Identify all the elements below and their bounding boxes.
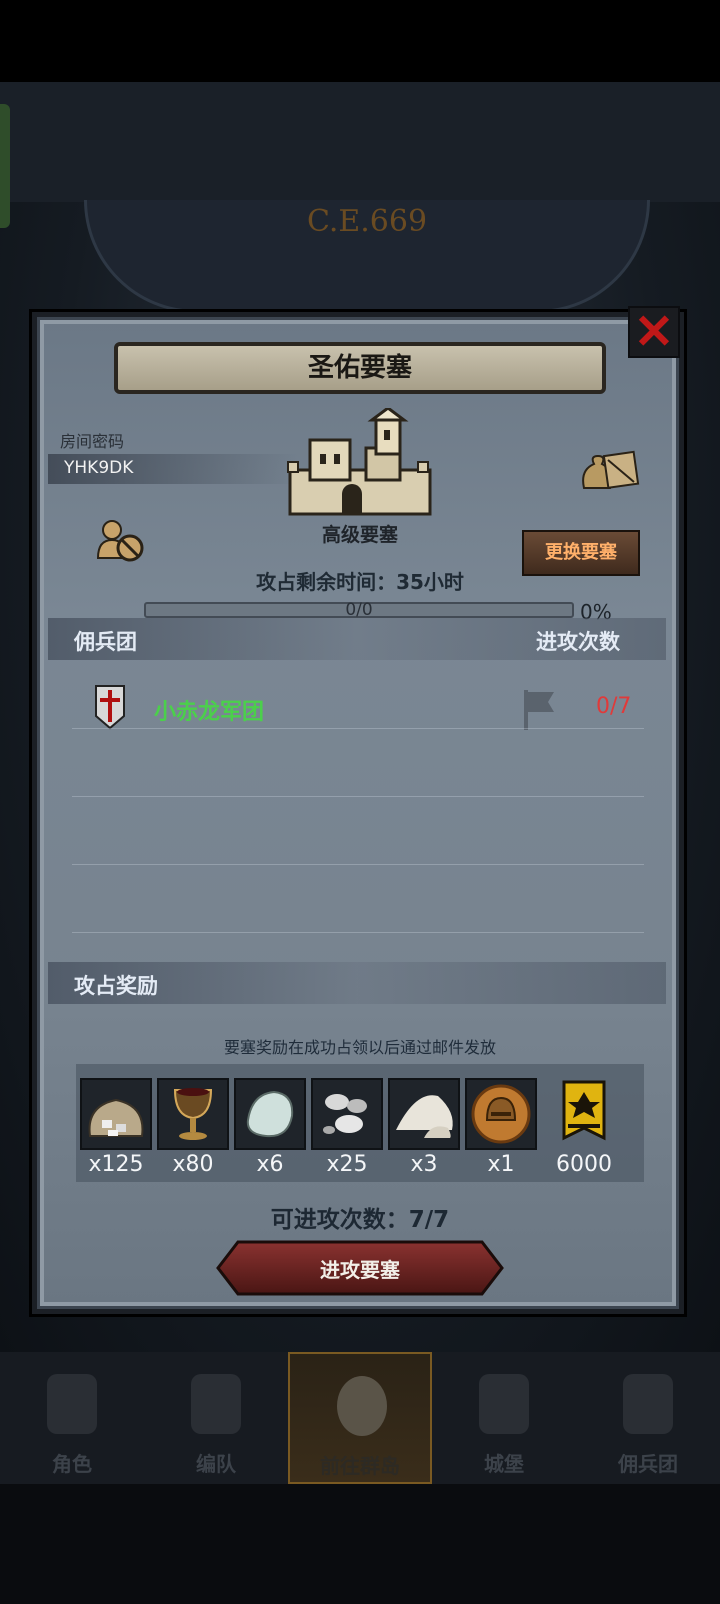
- silver-ore-icon: [311, 1078, 383, 1150]
- nav-label: 佣兵团: [618, 1452, 678, 1476]
- dialog-title: 圣佑要塞: [114, 342, 606, 394]
- close-button[interactable]: ✕: [628, 306, 680, 359]
- side-tab[interactable]: [0, 104, 10, 228]
- reward-item[interactable]: 6000: [548, 1078, 620, 1177]
- reward-item[interactable]: x80: [157, 1078, 229, 1177]
- date-dial: C.E.669: [84, 200, 650, 313]
- goblet-icon: [157, 1078, 229, 1150]
- mercenary-section-title: 佣兵团: [74, 630, 137, 654]
- castle-icon: [479, 1374, 529, 1434]
- ship-icon: [623, 1374, 673, 1434]
- guild-attack-count: 0/7: [596, 694, 632, 719]
- salt-pile-icon: [388, 1078, 460, 1150]
- close-icon: ✕: [633, 306, 675, 359]
- capture-progress-bar: 0/0: [144, 600, 574, 620]
- reward-qty: 6000: [556, 1152, 612, 1177]
- knight-icon: [47, 1374, 97, 1434]
- row-divider: [72, 864, 644, 865]
- reward-section-title: 攻占奖励: [74, 974, 158, 998]
- reward-note: 要塞奖励在成功占领以后通过邮件发放: [223, 1038, 496, 1057]
- nav-label: 前往群岛: [320, 1454, 400, 1478]
- gem-icon: [234, 1078, 306, 1150]
- nav-label: 城堡: [484, 1452, 524, 1476]
- reward-item[interactable]: x6: [234, 1078, 306, 1177]
- fortress-type: 高级要塞: [321, 524, 398, 546]
- attack-count-title: 进攻次数: [536, 630, 620, 654]
- reward-qty: x125: [88, 1152, 144, 1177]
- date-label: C.E.669: [306, 204, 428, 239]
- formation-icon: [191, 1374, 241, 1434]
- reward-qty: x6: [256, 1152, 284, 1177]
- flag-icon: [524, 690, 554, 730]
- helmet-medal-icon: [465, 1078, 537, 1150]
- gesture-bar-area: [0, 1484, 720, 1604]
- reward-item[interactable]: x1: [465, 1078, 537, 1177]
- compass-map-icon: [337, 1376, 387, 1436]
- row-divider: [72, 932, 644, 933]
- reward-qty: x80: [172, 1152, 214, 1177]
- fortress-castle-icon: [287, 408, 432, 516]
- guild-name[interactable]: 小赤龙军团: [154, 694, 264, 726]
- reward-qty: x1: [487, 1152, 515, 1177]
- banner-emblem-icon: [548, 1078, 620, 1150]
- change-fortress-button[interactable]: 更换要塞: [522, 530, 640, 576]
- reward-qty: x25: [326, 1152, 368, 1177]
- resource-bag-icon[interactable]: [580, 446, 640, 492]
- nav-label: 角色: [52, 1452, 92, 1476]
- reward-item[interactable]: x3: [388, 1078, 460, 1177]
- remaining-time: 攻占剩余时间：35小时: [256, 570, 464, 594]
- nav-tab-formation[interactable]: 编队: [144, 1352, 288, 1484]
- guild-banner-icon: [95, 685, 125, 730]
- no-visitors-icon[interactable]: [96, 518, 146, 564]
- attack-fortress-label: 进攻要塞: [320, 1258, 400, 1282]
- nav-tab-islands[interactable]: 前往群岛: [288, 1352, 432, 1484]
- reward-qty: x3: [410, 1152, 438, 1177]
- attacks-available: 可进攻次数：7/7: [270, 1207, 450, 1233]
- room-code-value[interactable]: YHK9DK: [64, 458, 133, 478]
- row-divider: [72, 728, 644, 729]
- reward-item[interactable]: x125: [80, 1078, 152, 1177]
- nav-label: 编队: [196, 1452, 236, 1476]
- scene-top-band: [0, 82, 720, 202]
- stone-sack-icon: [80, 1078, 152, 1150]
- room-code-label: 房间密码: [60, 432, 125, 451]
- capture-progress-text: 0/0: [345, 600, 373, 620]
- status-bar: [0, 0, 720, 82]
- nav-tab-character[interactable]: 角色: [0, 1352, 144, 1484]
- nav-tab-castle[interactable]: 城堡: [432, 1352, 576, 1484]
- nav-tab-mercenary[interactable]: 佣兵团: [576, 1352, 720, 1484]
- reward-item[interactable]: x25: [311, 1078, 383, 1177]
- row-divider: [72, 796, 644, 797]
